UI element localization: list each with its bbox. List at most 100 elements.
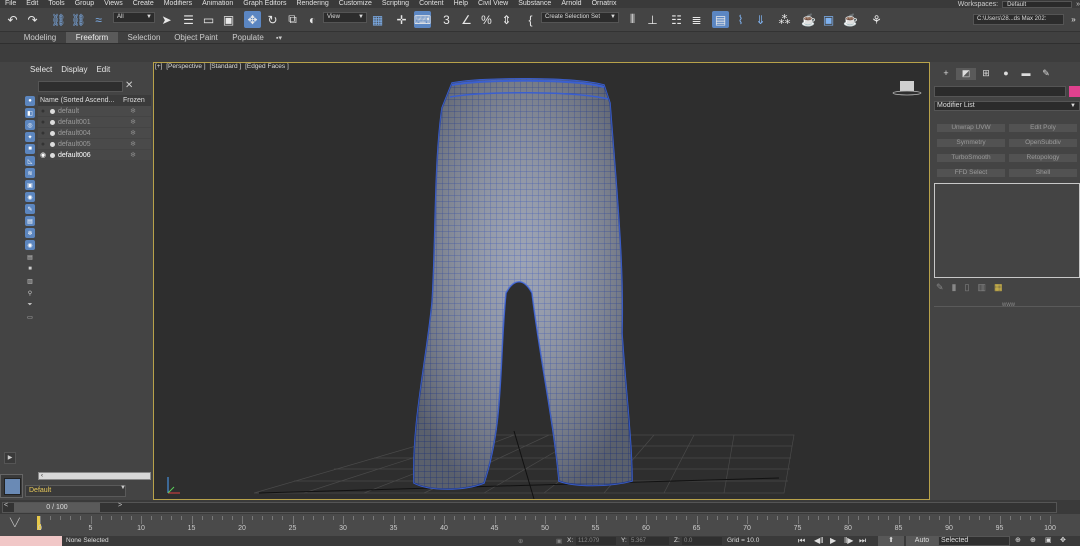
expand-arrow-icon[interactable]: ▶ (4, 452, 16, 464)
filter-icon[interactable]: ⏷ (25, 300, 35, 310)
maximize-viewport-icon[interactable]: ✥ (1060, 536, 1066, 544)
workspace-selector[interactable]: Workspaces: Default » (958, 0, 1080, 8)
motion-tab-icon[interactable]: ● (996, 68, 1016, 80)
curve-editor-icon[interactable]: ⌇ (732, 11, 749, 28)
shapes-filter-icon[interactable]: ◎ (25, 120, 35, 130)
workspace-dropdown[interactable]: Default (1002, 0, 1073, 8)
retopology-button[interactable]: Retopology (1008, 153, 1078, 163)
bind-space-warp-icon[interactable]: ≈ (90, 11, 107, 28)
frozen-icon[interactable]: ❄ (123, 140, 143, 148)
frozen-filter-icon[interactable]: ❄ (25, 228, 35, 238)
column-name-header[interactable]: Name (Sorted Ascend... (38, 95, 123, 106)
menu-item-civil-view[interactable]: Civil View (473, 0, 513, 8)
menu-item-tools[interactable]: Tools (43, 0, 69, 8)
ribbon-tab-selection[interactable]: Selection (118, 32, 170, 43)
zoom-all-icon[interactable]: ⊕ (1030, 536, 1036, 544)
menu-item-ornatrix[interactable]: Ornatrix (587, 0, 622, 8)
eye-icon[interactable]: ● (38, 141, 48, 148)
menu-item-customize[interactable]: Customize (334, 0, 377, 8)
z-coordinate-field[interactable]: 0.0 (682, 537, 722, 545)
material-editor-icon[interactable]: ⁂ (776, 11, 793, 28)
spacewarps-filter-icon[interactable]: ≋ (25, 168, 35, 178)
filter-all-icon[interactable]: ⚲ (25, 288, 35, 298)
shell-button[interactable]: Shell (1008, 168, 1078, 178)
mirror-icon[interactable]: ⫴ (624, 11, 641, 28)
project-path-field[interactable]: C:\Users\28...ds Max 202: (973, 14, 1064, 25)
menu-item-file[interactable]: File (0, 0, 21, 8)
display-tab-icon[interactable]: ▬ (1016, 68, 1036, 80)
menu-item-substance[interactable]: Substance (513, 0, 556, 8)
percent-snap-icon[interactable]: % (478, 11, 495, 28)
object-color-swatch[interactable] (1069, 86, 1080, 97)
column-frozen-header[interactable]: Frozen (123, 95, 145, 106)
select-object-icon[interactable]: ➤ (158, 11, 175, 28)
undo-icon[interactable]: ↶ (4, 11, 21, 28)
bones-filter-icon[interactable]: ✎ (25, 204, 35, 214)
folder-icon[interactable]: ▭ (25, 312, 35, 322)
frozen-icon[interactable]: ❄ (123, 151, 143, 159)
pin-stack-icon[interactable]: ✎ (936, 282, 944, 293)
align-icon[interactable]: ⊥ (644, 11, 661, 28)
toggle-ribbon-icon[interactable]: ▤ (712, 11, 729, 28)
viewport-layout-tab[interactable] (0, 474, 23, 498)
chevron-right-icon[interactable]: » (1065, 11, 1080, 28)
select-by-name-icon[interactable]: ☰ (180, 11, 197, 28)
make-unique-icon[interactable]: ▯ (965, 282, 970, 293)
move-icon[interactable]: ✥ (244, 11, 261, 28)
curve-editor-mini-icon[interactable]: ╲╱ (10, 518, 20, 527)
go-to-start-icon[interactable]: ⏮ (798, 536, 805, 546)
time-slider-handle[interactable]: 0 / 100 (14, 503, 100, 512)
turbosmooth-button[interactable]: TurboSmooth (936, 153, 1006, 163)
ffd-select-button[interactable]: FFD Select (936, 168, 1006, 178)
viewport-point-of-view-menu[interactable]: [Perspective ] (166, 63, 205, 70)
create-tab-icon[interactable]: + (936, 68, 956, 80)
toggle-scene-explorer-icon[interactable]: ☷ (668, 11, 685, 28)
chevron-right-icon[interactable]: » (1076, 1, 1080, 8)
ribbon-tab-freeform[interactable]: Freeform (66, 32, 118, 43)
x-coordinate-field[interactable]: 112.079 (576, 537, 616, 545)
layer-icon[interactable]: ▥ (25, 276, 35, 286)
list-item[interactable]: ● default004 ❄ (38, 128, 151, 139)
rect-selection-icon[interactable]: ▭ (200, 11, 217, 28)
ribbon-options-icon[interactable]: ▪▾ (276, 34, 282, 42)
edit-named-selection-icon[interactable]: { (522, 11, 539, 28)
snaps-toggle-icon[interactable]: 3 (438, 11, 455, 28)
scene-explorer-search-input[interactable] (38, 81, 123, 92)
menu-item-content[interactable]: Content (414, 0, 449, 8)
hierarchy-tab-icon[interactable]: ⊞ (976, 68, 996, 80)
selection-set-dropdown[interactable]: Create Selection Set ▼ (541, 12, 619, 23)
viewport-general-menu[interactable]: [+] (155, 63, 162, 70)
menu-item-scripting[interactable]: Scripting (377, 0, 414, 8)
display-all-icon[interactable]: ● (25, 96, 35, 106)
next-frame-icon[interactable]: > (118, 502, 122, 509)
y-coordinate-field[interactable]: 5.367 (629, 537, 669, 545)
se-menu-display[interactable]: Display (61, 65, 87, 74)
menu-item-group[interactable]: Group (70, 0, 99, 8)
reference-coordinate-dropdown[interactable]: View ▼ (323, 12, 367, 23)
keyboard-shortcut-override-icon[interactable]: ⌨ (414, 11, 431, 28)
schematic-view-icon[interactable]: ⇓ (752, 11, 769, 28)
modify-tab-icon[interactable]: ◩ (956, 68, 976, 80)
previous-key-icon[interactable]: ◀‖ (814, 536, 823, 545)
arnold-icon[interactable]: ⚘ (868, 11, 885, 28)
menu-item-animation[interactable]: Animation (197, 0, 238, 8)
selection-lock-icon[interactable]: ⊕ (518, 537, 523, 545)
se-menu-edit[interactable]: Edit (96, 65, 110, 74)
opensubdiv-button[interactable]: OpenSubdiv (1008, 138, 1078, 148)
maxscript-listener[interactable] (0, 536, 62, 546)
modifier-list-dropdown[interactable]: Modifier List ▼ (934, 101, 1080, 111)
scale-icon[interactable]: ⧉ (284, 11, 301, 28)
list-item[interactable]: ◉ default006 ❄ (38, 150, 151, 161)
frozen-icon[interactable]: ❄ (123, 107, 143, 115)
frozen-icon[interactable]: ❄ (123, 118, 143, 126)
configure-modifier-sets-icon[interactable]: ▦ (994, 282, 1003, 293)
rendered-frame-window-icon[interactable]: ▣ (820, 11, 837, 28)
placement-icon[interactable]: ◐ (304, 11, 321, 28)
toggle-layer-explorer-icon[interactable]: ≣ (688, 11, 705, 28)
chevron-down-icon[interactable]: ▼ (120, 485, 126, 491)
zoom-icon[interactable]: ⊕ (1015, 536, 1021, 544)
link-icon[interactable]: ⛓ (50, 11, 67, 28)
utilities-tab-icon[interactable]: ✎ (1036, 68, 1056, 80)
play-icon[interactable]: ▶ (830, 536, 836, 545)
symmetry-button[interactable]: Symmetry (936, 138, 1006, 148)
